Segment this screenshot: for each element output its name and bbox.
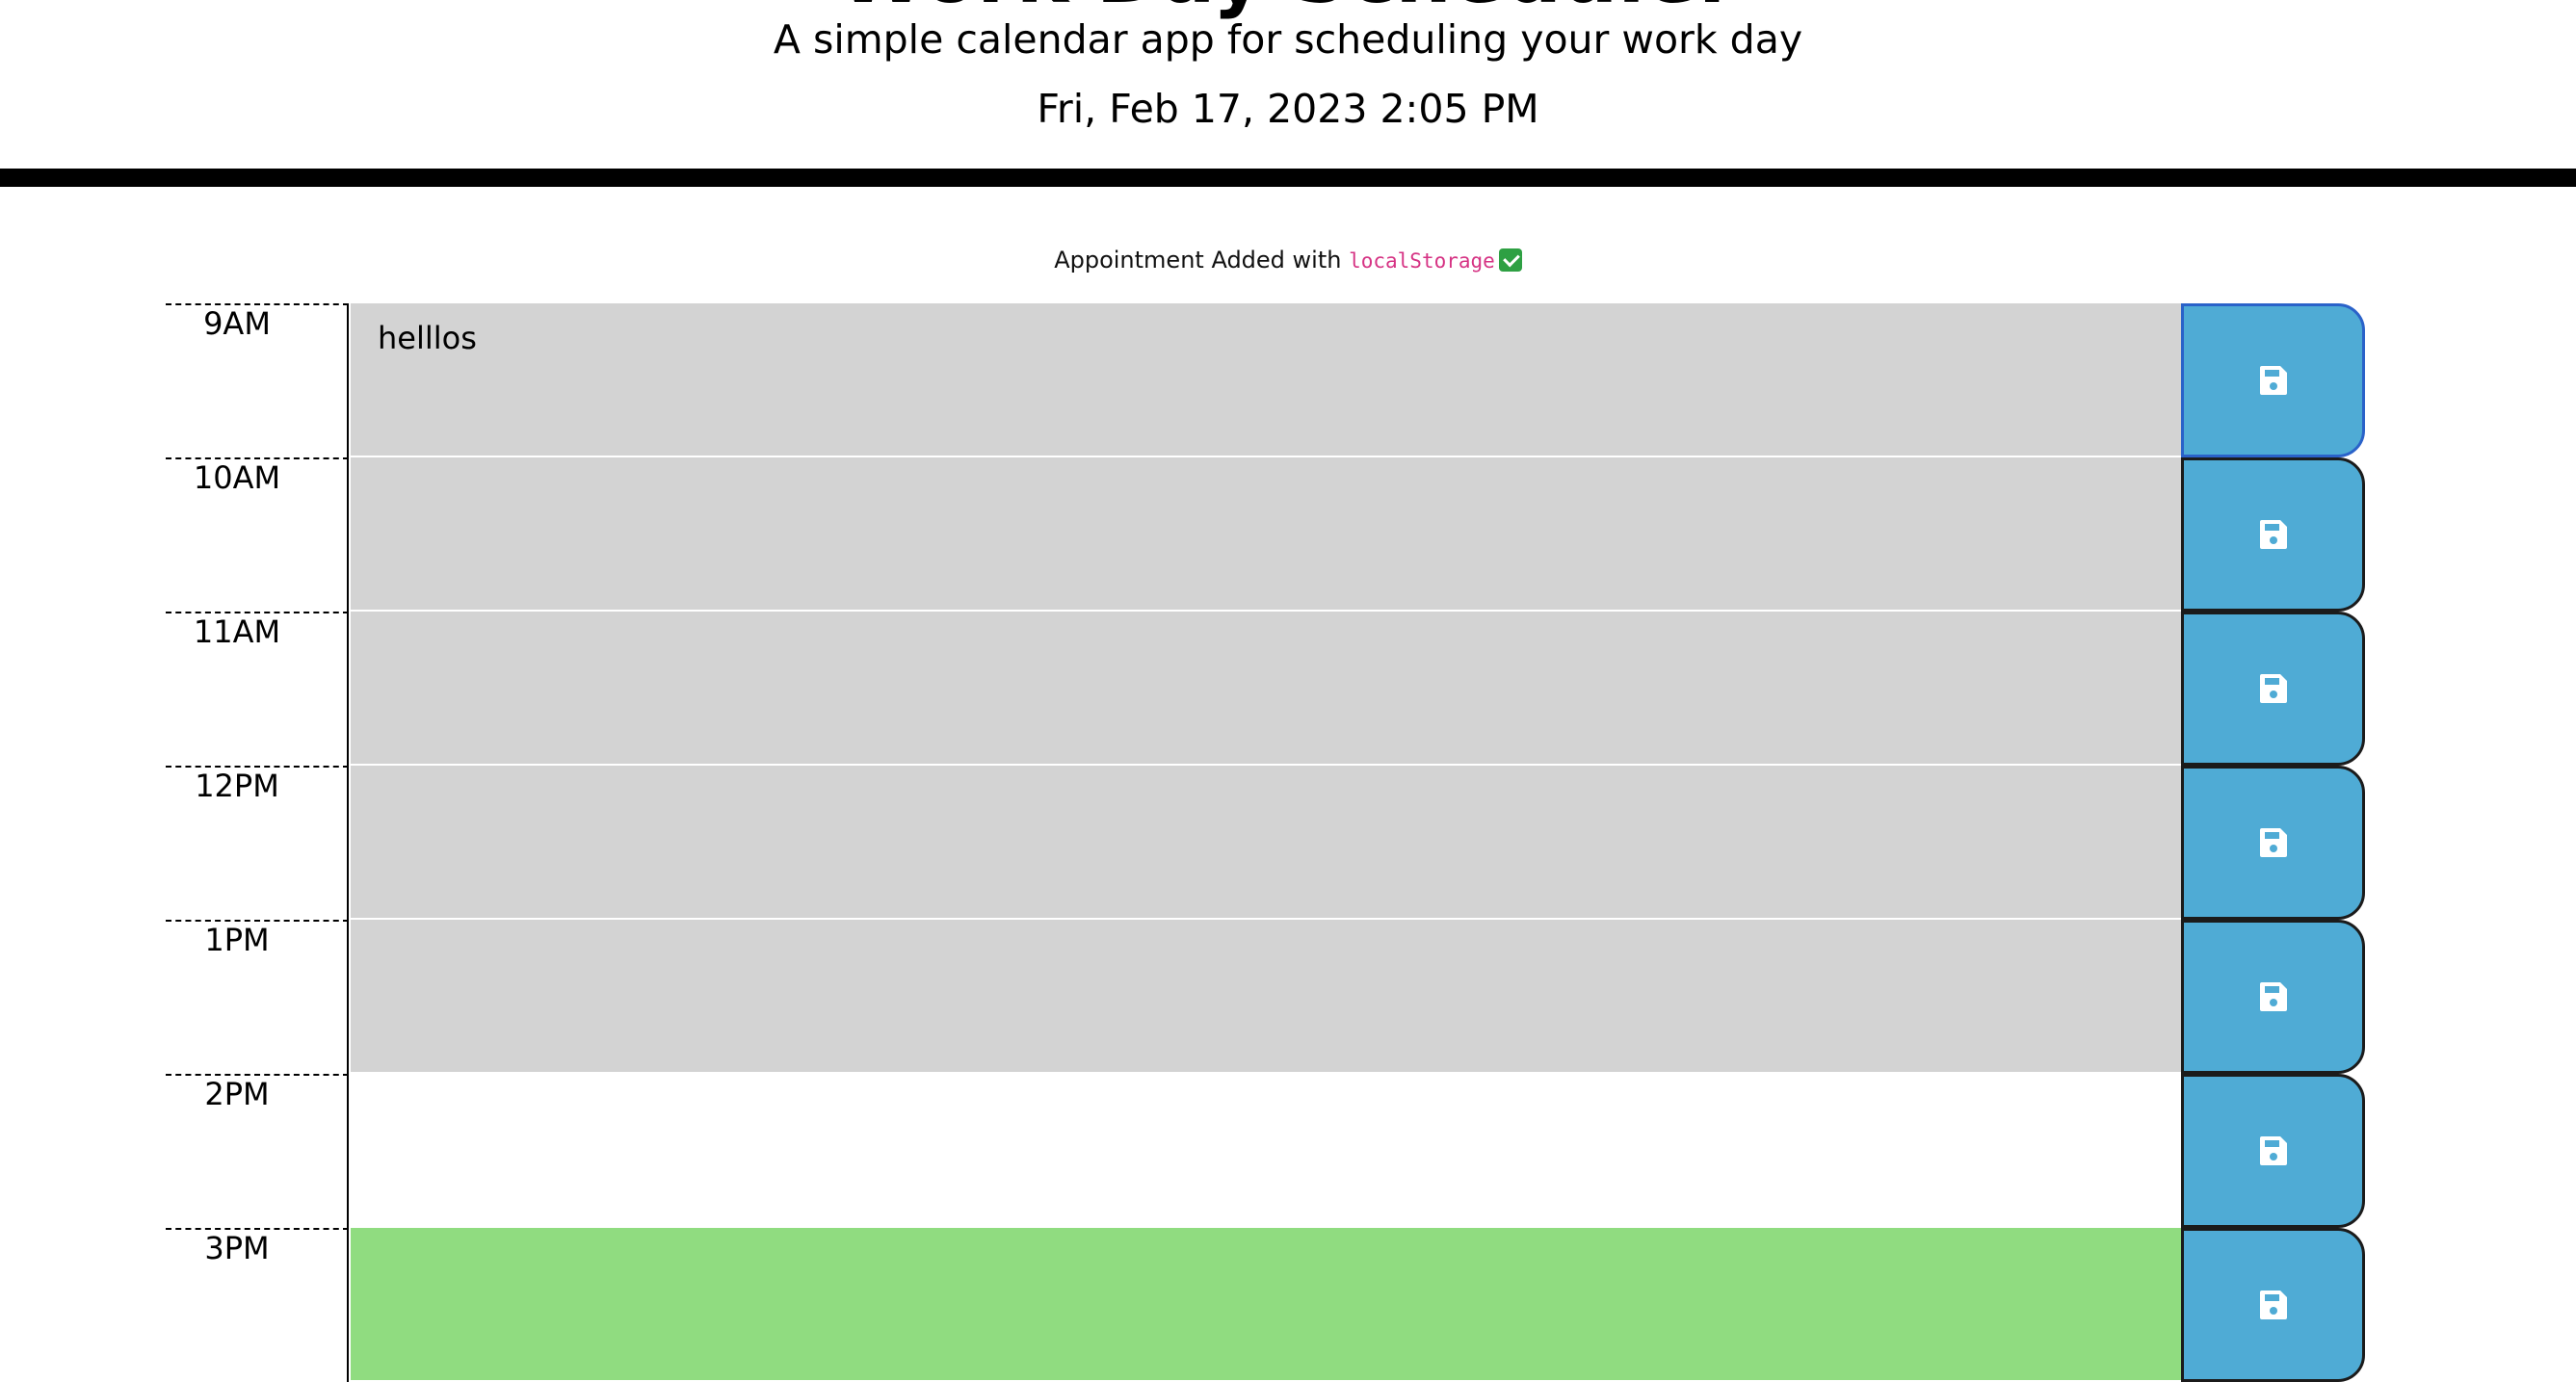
time-block-9am: 9AM helllos — [166, 303, 2365, 457]
hour-label: 3PM — [166, 1228, 349, 1382]
app-title: Work Day Scheduler — [0, 0, 2576, 15]
hour-label: 2PM — [166, 1074, 349, 1228]
time-block-12pm: 12PM — [166, 766, 2365, 920]
hour-label: 10AM — [166, 457, 349, 612]
save-button[interactable] — [2181, 303, 2365, 457]
save-icon — [2259, 366, 2287, 395]
appointment-notice: Appointment Added with localStorage — [0, 243, 2576, 278]
notice-text: Appointment Added with — [1054, 247, 1350, 274]
schedule-container: 9AM helllos 10AM 11AM 12PM 1PM 2PM 3PM — [166, 303, 2365, 1382]
current-date-time: Fri, Feb 17, 2023 2:05 PM — [1037, 86, 1539, 132]
save-icon — [2259, 674, 2287, 703]
description-input[interactable] — [351, 920, 2181, 1074]
hour-label: 12PM — [166, 766, 349, 920]
time-block-10am: 10AM — [166, 457, 2365, 612]
time-block-11am: 11AM — [166, 612, 2365, 766]
save-button[interactable] — [2181, 612, 2365, 766]
hour-label: 1PM — [166, 920, 349, 1074]
save-icon — [2259, 1291, 2287, 1319]
hour-label: 9AM — [166, 303, 349, 457]
save-button[interactable] — [2181, 457, 2365, 612]
description-input[interactable] — [351, 457, 2181, 612]
check-mark-icon — [1498, 248, 1522, 272]
save-icon — [2259, 1136, 2287, 1165]
time-block-1pm: 1PM — [166, 920, 2365, 1074]
save-button[interactable] — [2181, 1228, 2365, 1382]
save-icon — [2259, 828, 2287, 857]
app-subtitle: A simple calendar app for scheduling you… — [773, 16, 1803, 63]
notice-code: localStorage — [1349, 249, 1495, 273]
save-icon — [2259, 520, 2287, 549]
save-icon — [2259, 982, 2287, 1011]
description-input[interactable] — [351, 1074, 2181, 1228]
time-block-2pm: 2PM — [166, 1074, 2365, 1228]
time-block-3pm: 3PM — [166, 1228, 2365, 1382]
description-input[interactable] — [351, 766, 2181, 920]
save-button[interactable] — [2181, 766, 2365, 920]
save-button[interactable] — [2181, 920, 2365, 1074]
description-input[interactable]: helllos — [351, 303, 2181, 457]
page-header: Work Day Scheduler A simple calendar app… — [0, 0, 2576, 187]
hour-label: 11AM — [166, 612, 349, 766]
save-button[interactable] — [2181, 1074, 2365, 1228]
description-input[interactable] — [351, 1228, 2181, 1382]
description-input[interactable] — [351, 612, 2181, 766]
